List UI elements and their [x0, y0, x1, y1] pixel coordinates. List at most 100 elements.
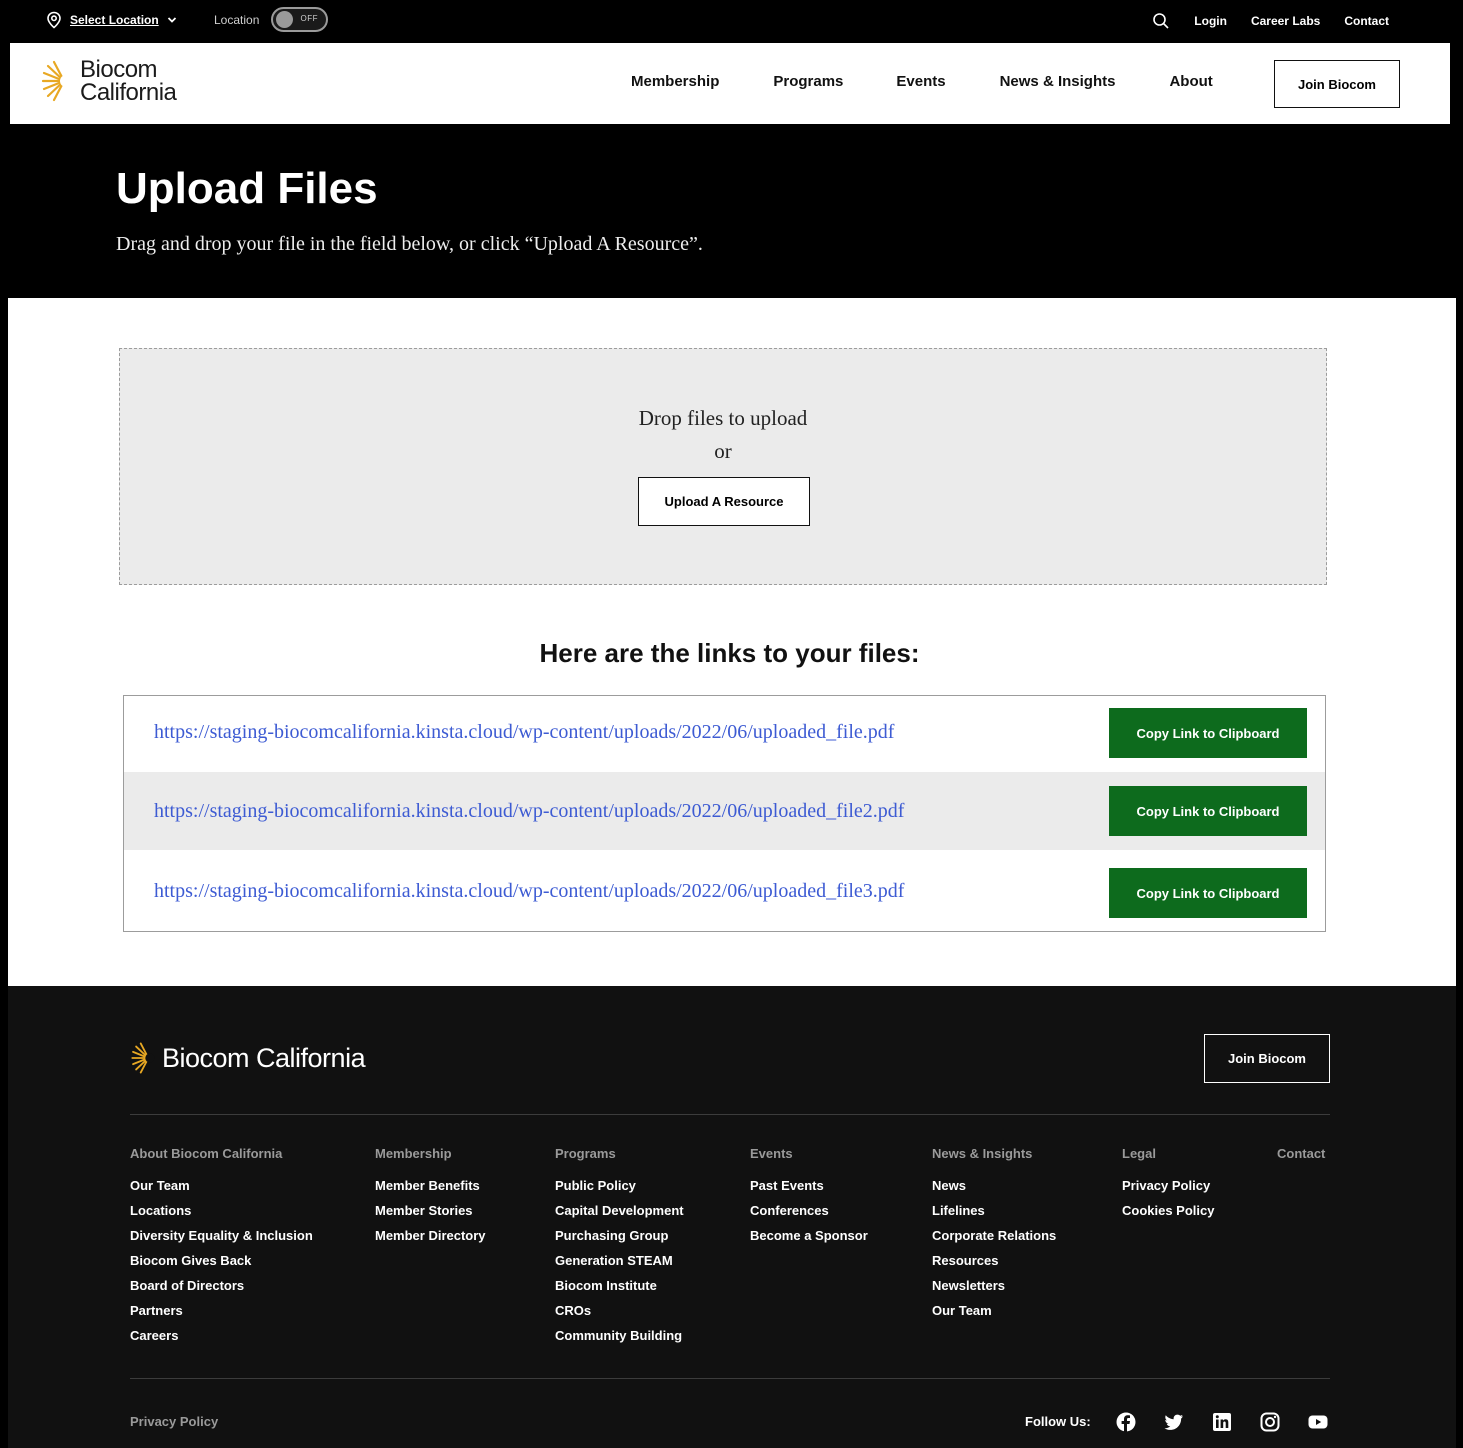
file-dropzone[interactable]: Drop files to upload or Upload A Resourc… [119, 348, 1327, 585]
footer-col-news: News & Insights News Lifelines Corporate… [932, 1146, 1056, 1328]
footer-col-contact: Contact [1277, 1146, 1325, 1178]
footer-link[interactable]: Become a Sponsor [750, 1228, 868, 1253]
footer-link[interactable]: Cookies Policy [1122, 1203, 1214, 1228]
join-biocom-button[interactable]: Join Biocom [1274, 60, 1400, 108]
footer-link[interactable]: Member Benefits [375, 1178, 486, 1203]
toggle-knob [276, 11, 293, 28]
links-heading: Here are the links to your files: [539, 638, 920, 668]
toggle-state-text: OFF [300, 14, 318, 23]
footer-col-membership: Membership Member Benefits Member Storie… [375, 1146, 486, 1253]
footer-link[interactable]: Conferences [750, 1203, 868, 1228]
site-header: Biocom California Membership Programs Ev… [10, 43, 1450, 124]
footer-link[interactable]: Biocom Institute [555, 1278, 684, 1303]
footer-col-heading[interactable]: Events [750, 1146, 868, 1161]
follow-us-label: Follow Us: [1025, 1414, 1091, 1429]
career-labs-link[interactable]: Career Labs [1251, 14, 1320, 28]
file-link-url[interactable]: https://staging-biocomcalifornia.kinsta.… [154, 721, 894, 744]
footer-link[interactable]: Our Team [130, 1178, 313, 1203]
file-link-row: https://staging-biocomcalifornia.kinsta.… [124, 850, 1325, 931]
hero-section: Upload Files Drag and drop your file in … [0, 124, 1463, 298]
footer-link[interactable]: News [932, 1178, 1056, 1203]
nav-about[interactable]: About [1169, 73, 1212, 90]
upload-resource-button[interactable]: Upload A Resource [638, 477, 810, 526]
footer-col-programs: Programs Public Policy Capital Developme… [555, 1146, 684, 1353]
drop-files-text: Drop files to upload [638, 406, 808, 430]
footer-link[interactable]: Past Events [750, 1178, 868, 1203]
biocom-sunburst-icon [131, 1042, 155, 1074]
footer-col-events: Events Past Events Conferences Become a … [750, 1146, 868, 1253]
nav-programs[interactable]: Programs [773, 73, 843, 90]
footer-link[interactable]: Member Directory [375, 1228, 486, 1253]
file-link-url[interactable]: https://staging-biocomcalifornia.kinsta.… [154, 800, 904, 823]
facebook-icon[interactable] [1116, 1412, 1136, 1432]
footer-col-about: About Biocom California Our Team Locatio… [130, 1146, 313, 1353]
footer-link[interactable]: Our Team [932, 1303, 1056, 1328]
location-toggle[interactable]: OFF [271, 7, 328, 32]
nav-news-insights[interactable]: News & Insights [1000, 73, 1116, 90]
footer-col-heading[interactable]: Legal [1122, 1146, 1214, 1161]
main-content: Drop files to upload or Upload A Resourc… [8, 298, 1456, 986]
site-logo[interactable]: Biocom California [40, 56, 177, 106]
footer-col-heading[interactable]: News & Insights [932, 1146, 1056, 1161]
footer-col-heading[interactable]: About Biocom California [130, 1146, 313, 1161]
footer-link[interactable]: Resources [932, 1253, 1056, 1278]
page-title: Upload Files [116, 164, 378, 213]
twitter-icon[interactable] [1164, 1412, 1184, 1432]
search-icon[interactable] [1152, 12, 1170, 30]
footer-divider [130, 1378, 1330, 1379]
copy-link-button[interactable]: Copy Link to Clipboard [1109, 868, 1307, 918]
page-subtitle: Drag and drop your file in the field bel… [116, 233, 703, 255]
footer-logo[interactable]: Biocom California [130, 1040, 366, 1076]
footer-link[interactable]: Generation STEAM [555, 1253, 684, 1278]
footer-link[interactable]: Careers [130, 1328, 313, 1353]
footer-link[interactable]: Newsletters [932, 1278, 1056, 1303]
footer-privacy-link[interactable]: Privacy Policy [130, 1414, 218, 1429]
main-nav: Membership Programs Events News & Insigh… [631, 73, 1213, 90]
contact-link[interactable]: Contact [1344, 14, 1389, 28]
footer-link[interactable]: Purchasing Group [555, 1228, 684, 1253]
footer-link[interactable]: CROs [555, 1303, 684, 1328]
select-location-label: Select Location [70, 13, 159, 27]
nav-membership[interactable]: Membership [631, 73, 719, 90]
nav-events[interactable]: Events [896, 73, 945, 90]
copy-link-button[interactable]: Copy Link to Clipboard [1109, 786, 1307, 836]
instagram-icon[interactable] [1260, 1412, 1280, 1432]
footer-col-heading[interactable]: Programs [555, 1146, 684, 1161]
footer-link[interactable]: Capital Development [555, 1203, 684, 1228]
footer-link[interactable]: Community Building [555, 1328, 684, 1353]
login-link[interactable]: Login [1194, 14, 1227, 28]
footer-link[interactable]: Partners [130, 1303, 313, 1328]
youtube-icon[interactable] [1308, 1412, 1328, 1432]
select-location-link[interactable]: Select Location [46, 11, 177, 29]
logo-line-2: California [80, 79, 177, 106]
footer-link[interactable]: Member Stories [375, 1203, 486, 1228]
biocom-sunburst-icon [41, 60, 72, 102]
file-links-table: https://staging-biocomcalifornia.kinsta.… [123, 695, 1326, 932]
footer-logo-text: Biocom California [162, 1042, 366, 1073]
footer-link[interactable]: Board of Directors [130, 1278, 313, 1303]
footer-link[interactable]: Biocom Gives Back [130, 1253, 313, 1278]
footer-col-heading[interactable]: Contact [1277, 1146, 1325, 1161]
utility-links: Login Career Labs Contact [1152, 0, 1389, 42]
footer-link[interactable]: Lifelines [932, 1203, 1056, 1228]
location-toggle-label: Location [214, 13, 260, 27]
footer-link[interactable]: Corporate Relations [932, 1228, 1056, 1253]
location-pin-icon [47, 11, 61, 29]
footer-link[interactable]: Public Policy [555, 1178, 684, 1203]
or-text: or [714, 439, 732, 463]
utility-bar: Select Location Location OFF Login Caree… [0, 0, 1463, 42]
footer-link[interactable]: Locations [130, 1203, 313, 1228]
site-footer: Biocom California Join Biocom About Bioc… [8, 986, 1456, 1448]
footer-col-legal: Legal Privacy Policy Cookies Policy [1122, 1146, 1214, 1228]
chevron-down-icon [167, 17, 176, 23]
logo-line-1: Biocom [80, 56, 158, 83]
footer-divider [130, 1114, 1330, 1115]
file-link-row: https://staging-biocomcalifornia.kinsta.… [124, 696, 1325, 772]
copy-link-button[interactable]: Copy Link to Clipboard [1109, 708, 1307, 758]
footer-link[interactable]: Diversity Equality & Inclusion [130, 1228, 313, 1253]
file-link-url[interactable]: https://staging-biocomcalifornia.kinsta.… [154, 880, 904, 903]
footer-link[interactable]: Privacy Policy [1122, 1178, 1214, 1203]
linkedin-icon[interactable] [1212, 1412, 1232, 1432]
footer-join-button[interactable]: Join Biocom [1204, 1034, 1330, 1083]
footer-col-heading[interactable]: Membership [375, 1146, 486, 1161]
